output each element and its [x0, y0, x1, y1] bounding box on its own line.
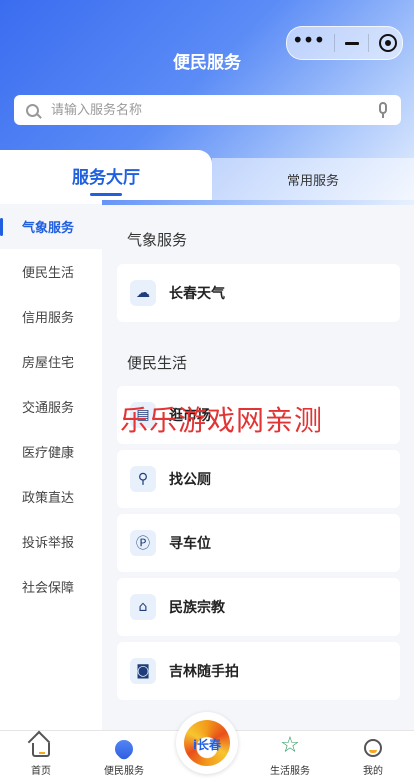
- service-label: 民族宗教: [169, 600, 225, 616]
- heart-icon: [111, 736, 137, 762]
- logo-text: i长春: [192, 738, 222, 752]
- nav-label: 生活服务: [270, 766, 310, 777]
- sidebar-item-housing[interactable]: 房屋住宅: [0, 339, 102, 384]
- tab-bar: 服务大厅 常用服务: [0, 150, 414, 200]
- temple-icon: ⌂: [130, 594, 156, 620]
- tab-label: 服务大厅: [72, 163, 140, 196]
- service-card-parking[interactable]: Ⓟ 寻车位: [117, 514, 400, 572]
- search-bar[interactable]: [14, 95, 401, 125]
- nav-label: 我的: [363, 766, 383, 777]
- target-circle-icon[interactable]: [379, 34, 398, 52]
- section-title: 便民生活: [127, 354, 188, 372]
- sidebar-item-credit[interactable]: 信用服务: [0, 294, 102, 339]
- mini-program-capsule: •••: [286, 26, 403, 60]
- nav-label: 首页: [31, 766, 51, 777]
- nav-label: 便民服务: [104, 766, 144, 777]
- capsule-divider: [368, 34, 370, 52]
- nav-home[interactable]: 首页: [6, 731, 76, 781]
- ichangchun-logo: i长春: [184, 720, 230, 766]
- star-icon: ☆: [280, 733, 300, 758]
- service-label: 吉林随手拍: [169, 664, 239, 680]
- mic-icon[interactable]: [379, 102, 387, 118]
- sidebar-item-weather[interactable]: 气象服务: [0, 204, 102, 249]
- sidebar-item-medical[interactable]: 医疗健康: [0, 429, 102, 474]
- sidebar-item-living[interactable]: 便民生活: [0, 249, 102, 294]
- sidebar-item-policy[interactable]: 政策直达: [0, 474, 102, 519]
- sidebar-item-social-security[interactable]: 社会保障: [0, 564, 102, 609]
- service-label: 找公厕: [169, 472, 211, 488]
- nav-convenience[interactable]: 便民服务: [89, 731, 159, 781]
- service-card-religion[interactable]: ⌂ 民族宗教: [117, 578, 400, 636]
- camera-icon: ◙: [130, 658, 156, 684]
- minimize-icon[interactable]: [344, 41, 359, 45]
- ichangchun-logo-button[interactable]: i长春: [176, 712, 238, 774]
- nav-profile[interactable]: 我的: [338, 731, 408, 781]
- service-card-restroom[interactable]: ⚲ 找公厕: [117, 450, 400, 508]
- service-card-weather[interactable]: ☁ 长春天气: [117, 264, 400, 322]
- profile-icon: [364, 739, 382, 757]
- parking-icon: Ⓟ: [130, 530, 156, 556]
- search-input[interactable]: [49, 101, 353, 119]
- search-icon: [26, 103, 39, 117]
- capsule-divider: [333, 34, 335, 52]
- restroom-icon: ⚲: [130, 466, 156, 492]
- more-dots-icon[interactable]: •••: [292, 30, 325, 50]
- service-card-photo[interactable]: ◙ 吉林随手拍: [117, 642, 400, 700]
- nav-life-services[interactable]: ☆ 生活服务: [255, 731, 325, 781]
- tab-common-services[interactable]: 常用服务: [212, 158, 414, 200]
- weather-icon: ☁: [130, 280, 156, 306]
- tab-service-hall[interactable]: 服务大厅: [0, 150, 212, 200]
- section-title: 气象服务: [127, 231, 188, 249]
- home-icon: [32, 743, 50, 757]
- service-label: 长春天气: [169, 286, 225, 302]
- sidebar-item-complaint[interactable]: 投诉举报: [0, 519, 102, 564]
- sidebar-item-traffic[interactable]: 交通服务: [0, 384, 102, 429]
- service-label: 寻车位: [169, 536, 211, 552]
- watermark-text: 乐乐游戏网亲测: [120, 404, 324, 437]
- category-sidebar: 气象服务 便民生活 信用服务 房屋住宅 交通服务 医疗健康 政策直达 投诉举报 …: [0, 200, 102, 730]
- tab-label: 常用服务: [286, 173, 339, 189]
